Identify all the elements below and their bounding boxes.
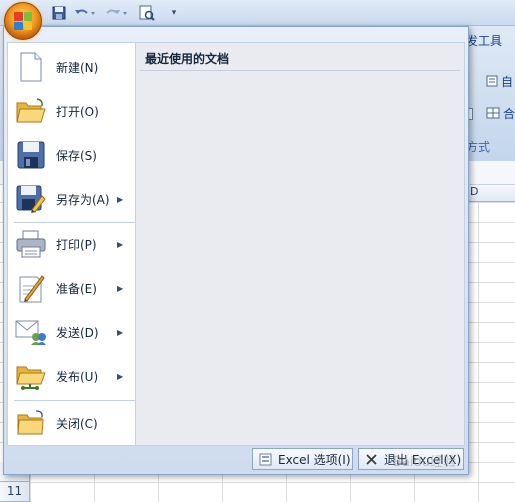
submenu-arrow-icon: ▶	[117, 194, 124, 204]
close-folder-icon	[15, 407, 47, 439]
menu-item-label: 关闭(C)	[56, 416, 98, 431]
undo-icon[interactable]	[72, 4, 98, 22]
new-document-icon	[15, 51, 47, 83]
menu-item-label: 发送(D)	[56, 325, 99, 340]
office-button[interactable]	[4, 2, 42, 40]
excel-options-button[interactable]: Excel 选项(I)	[252, 448, 353, 470]
ribbon-command-1-label: 自	[501, 74, 514, 89]
menu-item-label: 保存(S)	[56, 148, 97, 163]
recent-documents-divider	[140, 70, 460, 71]
submenu-arrow-icon: ▶	[117, 239, 124, 249]
menu-item-save[interactable]: 保存(S)	[8, 133, 135, 177]
quick-access-toolbar: ▾	[0, 0, 515, 26]
submenu-arrow-icon: ▶	[117, 371, 124, 381]
save-as-icon	[15, 183, 47, 215]
save-quick-icon[interactable]	[50, 4, 68, 22]
prepare-icon	[15, 272, 47, 304]
office-menu: 新建(N) 打开(O) 保存(S) 另存为(A) ▶ 打印(P) ▶ 准备(E)…	[3, 26, 469, 475]
office-menu-commands: 新建(N) 打开(O) 保存(S) 另存为(A) ▶ 打印(P) ▶ 准备(E)…	[7, 42, 136, 446]
recent-documents-panel: 最近使用的文档	[135, 42, 465, 446]
menu-item-label: 准备(E)	[56, 281, 97, 296]
ribbon-command-1[interactable]: 自	[486, 72, 515, 90]
printer-icon	[15, 228, 47, 260]
ribbon-group-label: 方式	[466, 140, 491, 154]
open-folder-icon	[15, 95, 47, 127]
ribbon-tab-developer[interactable]: 发工具	[466, 32, 502, 49]
row-header-11[interactable]: 11	[0, 482, 30, 502]
menu-item-save-as[interactable]: 另存为(A) ▶	[8, 177, 135, 221]
ribbon-command-2[interactable]: 合	[486, 104, 515, 122]
submenu-arrow-icon: ▶	[117, 327, 124, 337]
menu-item-print[interactable]: 打印(P) ▶	[8, 222, 135, 266]
menu-item-prepare[interactable]: 准备(E) ▶	[8, 266, 135, 310]
print-preview-icon[interactable]	[136, 4, 160, 22]
menu-item-label: 打印(P)	[56, 237, 97, 252]
excel-options-label: Excel 选项(I)	[278, 452, 351, 467]
save-icon	[15, 139, 47, 171]
menu-item-publish[interactable]: 发布(U) ▶	[8, 354, 135, 398]
recent-documents-title: 最近使用的文档	[145, 52, 230, 66]
watermark: Baidu经验	[393, 455, 456, 470]
customize-toolbar-icon[interactable]: ▾	[168, 4, 180, 22]
menu-item-close[interactable]: 关闭(C)	[8, 401, 135, 445]
submenu-arrow-icon: ▶	[117, 283, 124, 293]
menu-item-open[interactable]: 打开(O)	[8, 89, 135, 133]
ribbon-command-icon	[486, 75, 498, 87]
menu-item-label: 发布(U)	[56, 369, 99, 384]
close-icon	[365, 452, 378, 466]
menu-item-label: 新建(N)	[56, 60, 99, 75]
menu-item-label: 打开(O)	[56, 104, 99, 119]
options-icon	[259, 452, 272, 466]
office-logo-icon	[14, 12, 32, 30]
ribbon-command-icon	[486, 107, 500, 119]
menu-item-new[interactable]: 新建(N)	[8, 45, 135, 89]
menu-item-label: 另存为(A)	[56, 192, 110, 207]
send-icon	[15, 316, 47, 348]
menu-item-send[interactable]: 发送(D) ▶	[8, 310, 135, 354]
column-header-d[interactable]: D	[464, 185, 515, 202]
ribbon-command-2-label: 合	[502, 106, 515, 121]
publish-icon	[15, 360, 47, 392]
redo-icon[interactable]	[104, 4, 130, 22]
